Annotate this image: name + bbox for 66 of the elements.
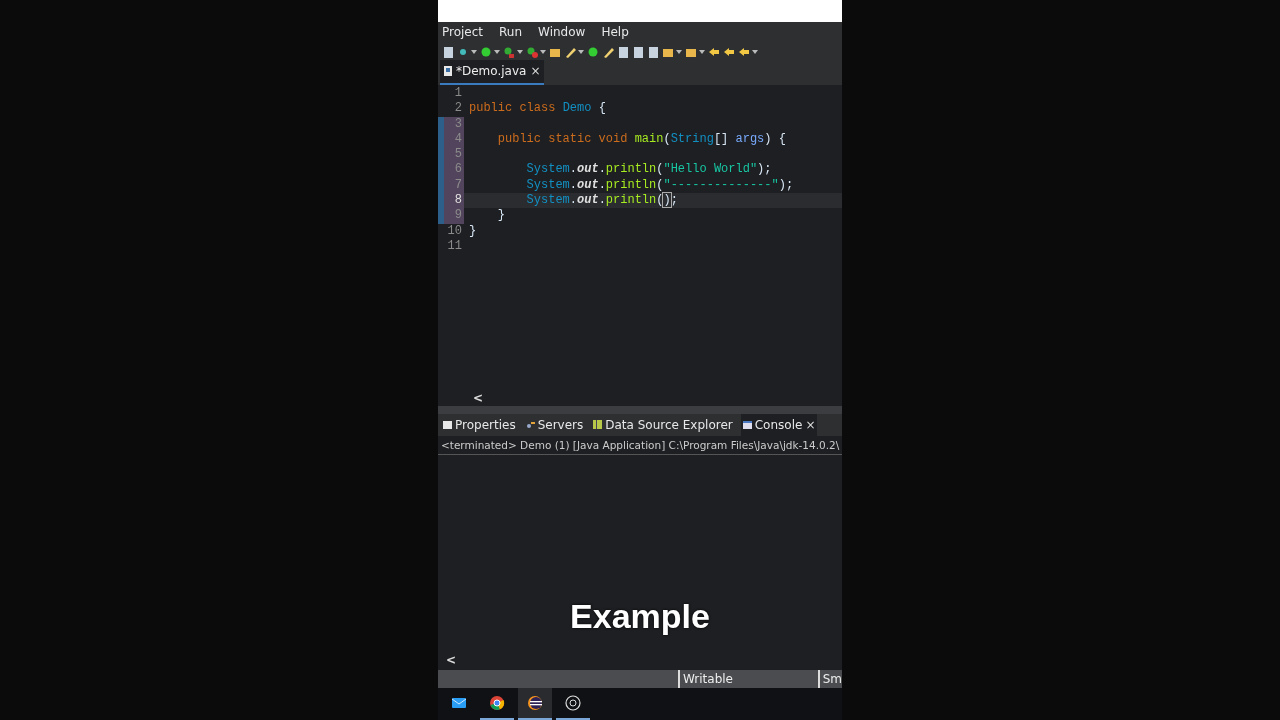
line-number: 6 (438, 162, 464, 178)
taskbar-button[interactable] (518, 688, 552, 720)
panel-tab[interactable]: Console × (740, 414, 818, 437)
tab-label[interactable]: *Demo.java (456, 62, 527, 80)
dot-icon[interactable] (503, 45, 515, 59)
pencil-icon[interactable] (564, 45, 576, 59)
tab-label[interactable]: Console (754, 416, 803, 435)
page-icon[interactable] (647, 45, 659, 59)
editor-tab[interactable]: *Demo.java × (440, 60, 545, 85)
scroll-arrow[interactable]: < (446, 651, 457, 669)
tab-label[interactable]: Data Source Explorer (605, 416, 733, 435)
close-button[interactable]: × (805, 419, 816, 432)
line-number: 9 (438, 208, 464, 224)
arrow-icon[interactable] (738, 45, 750, 59)
panel-tab[interactable]: Servers (523, 414, 586, 437)
caret-icon[interactable] (471, 50, 477, 54)
menu-item[interactable]: Help (601, 23, 637, 41)
line-number: 8 (438, 193, 464, 209)
panel-tab[interactable]: Data Source Explorer (591, 414, 735, 437)
caret-icon[interactable] (752, 50, 758, 54)
run-icon[interactable] (480, 45, 492, 59)
line-number: 5 (438, 147, 464, 163)
line-number: 2 (453, 101, 463, 117)
pencil-icon[interactable] (602, 45, 614, 59)
scroll-arrow[interactable]: < (473, 389, 484, 408)
menu-item[interactable]: Window (538, 23, 594, 41)
caret-icon[interactable] (578, 50, 584, 54)
code-line: public class Demo { (469, 101, 606, 117)
arrow-icon[interactable] (723, 45, 735, 59)
caret-icon[interactable] (699, 50, 705, 54)
page-icon[interactable] (617, 45, 629, 59)
striped-circle-icon (527, 695, 543, 711)
console-icon[interactable] (742, 420, 752, 431)
run-icon[interactable] (587, 45, 599, 59)
caret-icon[interactable] (494, 50, 500, 54)
menu-item[interactable]: Project (442, 23, 492, 41)
aperture-icon (565, 695, 581, 711)
code-line: System.out.println("--------------"); (525, 177, 794, 194)
code-line: System.out.println("Hello World"); (525, 162, 772, 178)
code-line: System.out.println(); (525, 193, 678, 209)
line-number: 1 (453, 86, 463, 102)
servers-icon[interactable] (525, 420, 535, 431)
code-line: } (469, 223, 477, 239)
line-number: 11 (446, 238, 463, 255)
page-icon[interactable] (632, 45, 644, 59)
code-line: public static void main(String[] args) { (496, 131, 786, 148)
browser-icon (489, 695, 505, 711)
file-icon[interactable] (444, 66, 452, 76)
dot-icon[interactable] (526, 45, 538, 59)
page-icon[interactable] (442, 45, 454, 59)
caret-icon[interactable] (676, 50, 682, 54)
caret-icon[interactable] (517, 50, 523, 54)
tab-label[interactable]: Servers (537, 416, 584, 435)
arrow-icon[interactable] (708, 45, 720, 59)
properties-icon[interactable] (443, 420, 452, 431)
grid-icon[interactable] (593, 420, 603, 431)
menu-item[interactable]: Run (499, 23, 531, 41)
line-number: 10 (446, 223, 463, 239)
panel-tab[interactable]: Properties (441, 414, 518, 437)
caret-icon[interactable] (540, 50, 546, 54)
tab-label[interactable]: Properties (455, 416, 516, 435)
close-button[interactable]: × (530, 65, 541, 77)
mail-icon (451, 695, 467, 711)
code-line: } (496, 208, 505, 224)
line-number: 3 (438, 116, 464, 132)
caption: Example (570, 596, 710, 637)
